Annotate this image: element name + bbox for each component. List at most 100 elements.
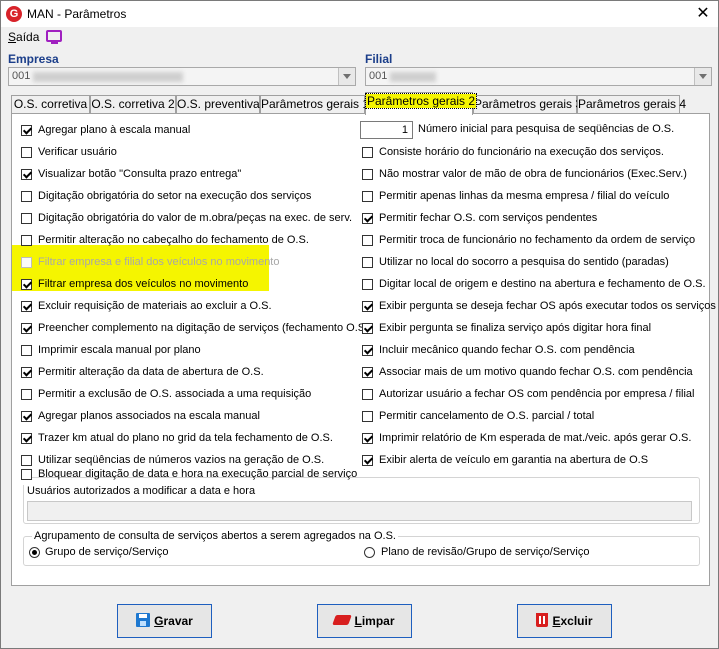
eraser-icon <box>332 615 353 625</box>
window-title: MAN - Parâmetros <box>27 7 127 21</box>
bloquear-checkbox-box[interactable] <box>21 469 32 480</box>
checkbox-label: Agregar planos associados na escala manu… <box>38 410 260 422</box>
checkbox-box[interactable] <box>21 323 32 334</box>
save-icon <box>136 613 151 627</box>
checkbox-box[interactable] <box>362 235 373 246</box>
chevron-down-icon[interactable] <box>338 68 355 85</box>
tab-os-preventiva[interactable]: O.S. preventiva <box>176 95 260 114</box>
checkbox-label: Verificar usuário <box>38 146 117 158</box>
radio-plano-revisao-label: Plano de revisão/Grupo de serviço/Serviç… <box>381 546 590 558</box>
menu-bar: Saída <box>1 27 718 47</box>
checkbox-box[interactable] <box>21 279 32 290</box>
checkbox-box[interactable] <box>362 323 373 334</box>
agrupamento-title: Agrupamento de consulta de serviços aber… <box>32 530 398 542</box>
radio-grupo-servico[interactable] <box>29 547 40 558</box>
checkbox-box[interactable] <box>21 191 32 202</box>
checkbox-label: Utilizar no local do socorro a pesquisa … <box>379 256 669 268</box>
checkbox-label: Digitação obrigatória do valor de m.obra… <box>38 212 353 224</box>
checkbox-label: Permitir troca de funcionário no fechame… <box>379 234 696 246</box>
limpar-button[interactable]: Limpar <box>317 604 412 638</box>
checkbox-label: Exibir pergunta se finaliza serviço após… <box>379 322 652 334</box>
checkbox-label: Associar mais de um motivo quando fechar… <box>379 366 693 378</box>
checkbox-box[interactable] <box>21 389 32 400</box>
checkbox-box[interactable] <box>21 345 32 356</box>
bloquear-checkbox[interactable]: Bloquear digitação de data e hora na exe… <box>21 467 357 485</box>
checkbox-box[interactable] <box>21 169 32 180</box>
checkbox-box[interactable] <box>362 455 373 466</box>
checkbox-box[interactable] <box>362 147 373 158</box>
checkbox-label: Filtrar empresa dos veículos no moviment… <box>38 278 249 290</box>
tab-parametros-gerais-1[interactable]: Parâmetros gerais 1 <box>260 95 369 114</box>
checkbox-box <box>21 257 32 268</box>
filial-label: Filial <box>365 52 393 66</box>
checkbox-label: Incluir mecânico quando fechar O.S. com … <box>379 344 635 356</box>
excluir-label: Excluir <box>552 614 593 628</box>
checkbox-box[interactable] <box>362 279 373 290</box>
checkbox-box[interactable] <box>362 169 373 180</box>
bloquear-label: Bloquear digitação de data e hora na exe… <box>38 468 358 480</box>
empresa-value: 001 <box>12 70 31 82</box>
menu-saida-accel: S <box>8 30 17 44</box>
checkbox-label: Permitir alteração da data de abertura d… <box>38 366 264 378</box>
tab-os-corretiva-2[interactable]: O.S. corretiva 2 <box>90 95 176 114</box>
checkbox-box[interactable] <box>362 213 373 224</box>
excluir-button[interactable]: Excluir <box>517 604 612 638</box>
checkbox-label: Autorizar usuário a fechar OS com pendên… <box>379 388 695 400</box>
menu-saida[interactable]: Saída <box>8 30 39 44</box>
radio-plano-revisao[interactable] <box>364 547 375 558</box>
empresa-select[interactable]: 001 <box>8 67 356 86</box>
checkbox-box[interactable] <box>362 301 373 312</box>
checkbox-label: Imprimir escala manual por plano <box>38 344 201 356</box>
checkbox-label: Exibir alerta de veículo em garantia na … <box>379 454 649 466</box>
checkbox-label: Visualizar botão "Consulta prazo entrega… <box>38 168 242 180</box>
checkbox-box[interactable] <box>21 125 32 136</box>
radio-grupo-servico-label: Grupo de serviço/Serviço <box>45 546 169 558</box>
checkbox-label: Não mostrar valor de mão de obra de func… <box>379 168 687 180</box>
title-bar: G MAN - Parâmetros ✕ <box>1 1 718 27</box>
checkbox-label: Permitir fechar O.S. com serviços penden… <box>379 212 598 224</box>
checkbox-box[interactable] <box>362 433 373 444</box>
checkbox-label: Agregar plano à escala manual <box>38 124 191 136</box>
chevron-down-icon[interactable] <box>694 68 711 85</box>
gravar-button[interactable]: Gravar <box>117 604 212 638</box>
checkbox-label: Consiste horário do funcionário na execu… <box>379 146 664 158</box>
checkbox-label: Imprimir relatório de Km esperada de mat… <box>379 432 692 444</box>
numero-inicial-input[interactable]: 1 <box>360 121 413 139</box>
checkbox-box[interactable] <box>21 367 32 378</box>
checkbox-box[interactable] <box>21 147 32 158</box>
checkbox-label: Permitir a exclusão de O.S. associada a … <box>38 388 312 400</box>
tab-parametros-gerais-2[interactable]: Parâmetros gerais 2 <box>364 92 478 115</box>
tab-os-corretiva[interactable]: O.S. corretiva <box>11 95 90 114</box>
checkbox-label: Permitir cancelamento de O.S. parcial / … <box>379 410 595 422</box>
tab-parametros-gerais-4[interactable]: Parâmetros gerais 4 <box>577 95 686 114</box>
checkbox-label: Digitação obrigatória do setor na execuç… <box>38 190 312 202</box>
trash-icon <box>536 613 549 627</box>
checkbox-label: Excluir requisição de materiais ao exclu… <box>38 300 272 312</box>
checkbox-label: Filtrar empresa e filial dos veículos no… <box>38 256 280 268</box>
checkbox-box[interactable] <box>362 367 373 378</box>
checkbox-box[interactable] <box>362 411 373 422</box>
gravar-label: Gravar <box>154 614 193 628</box>
checkbox-box[interactable] <box>362 257 373 268</box>
checkbox-box[interactable] <box>21 213 32 224</box>
checkbox-box[interactable] <box>21 455 32 466</box>
checkbox-label: Utilizar seqüências de números vazios na… <box>38 454 325 466</box>
numero-inicial-label: Número inicial para pesquisa de seqüênci… <box>418 123 675 135</box>
menu-saida-label: aída <box>16 30 40 44</box>
checkbox-label: Permitir alteração no cabeçalho do fecha… <box>38 234 309 246</box>
checkbox-box[interactable] <box>21 301 32 312</box>
usuarios-input[interactable] <box>27 501 692 521</box>
filial-value: 001 <box>369 70 388 82</box>
close-icon[interactable]: ✕ <box>689 2 717 26</box>
monitor-icon[interactable] <box>46 30 62 44</box>
checkbox-box[interactable] <box>362 191 373 202</box>
checkbox-box[interactable] <box>362 345 373 356</box>
tab-parametros-gerais-3[interactable]: Parâmetros gerais 3 <box>473 95 582 114</box>
filial-redacted <box>390 72 436 82</box>
checkbox-box[interactable] <box>21 411 32 422</box>
tab-panel: Agregar plano à escala manual Verificar u… <box>11 113 716 586</box>
checkbox-box[interactable] <box>21 235 32 246</box>
checkbox-box[interactable] <box>21 433 32 444</box>
filial-select[interactable]: 001 <box>365 67 712 86</box>
checkbox-box[interactable] <box>362 389 373 400</box>
